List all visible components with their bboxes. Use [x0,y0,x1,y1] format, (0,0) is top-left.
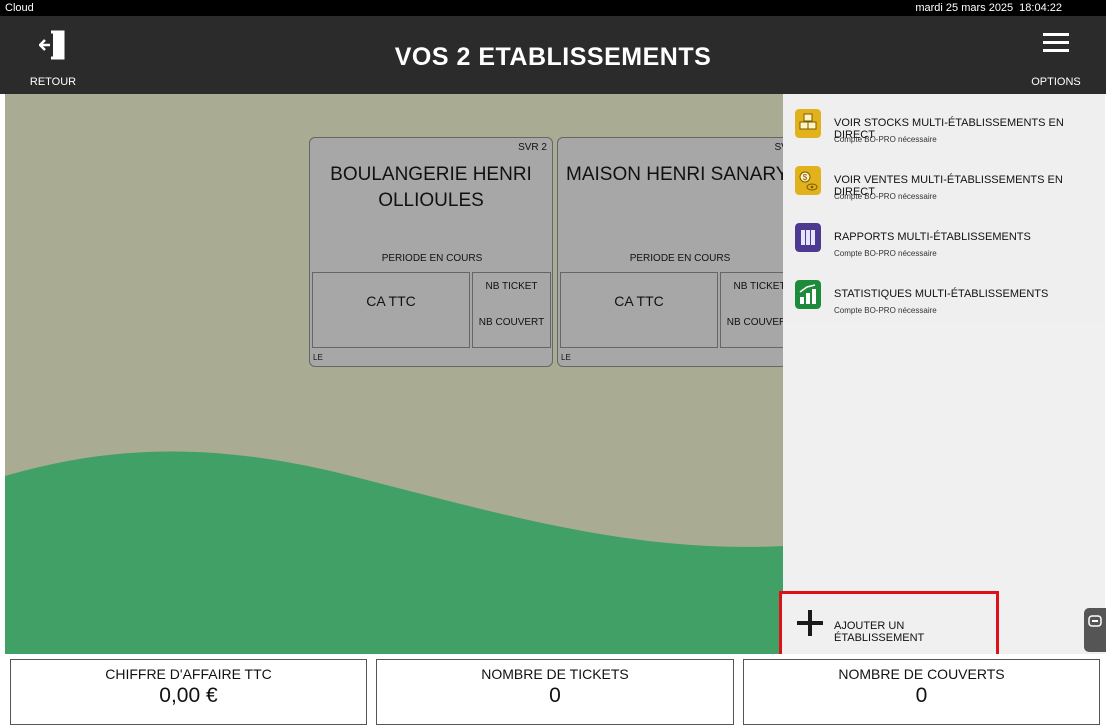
total-tickets-value: 0 [549,684,561,707]
nb-ticket-label: NB TICKET [733,281,783,292]
page-title: VOS 2 ETABLISSEMENTS [394,43,712,71]
card-footer-label: LE [561,353,571,362]
total-ca-box: CHIFFRE D'AFFAIRE TTC 0,00 € [10,659,367,725]
panel-item-subtitle: Compte BO-PRO nécessaire [834,135,937,144]
nb-couvert-label: NB COUVERT [478,317,545,328]
total-couverts-label: NOMBRE DE COUVERTS [838,666,1005,682]
panel-item-subtitle: Compte BO-PRO nécessaire [834,192,937,201]
ca-ttc-box: CA TTC [560,272,718,348]
top-header: RETOUR VOS 2 ETABLISSEMENTS OPTIONS [0,16,1106,94]
period-label: PERIODE EN COURS [381,253,483,264]
total-ca-label: CHIFFRE D'AFFAIRE TTC [105,666,272,682]
establishments-area: SVR 2 BOULANGERIE HENRI OLLIOULES PERIOD… [5,94,783,654]
card-footer-label: LE [313,353,323,362]
establishment-name-line1: MAISON HENRI SANARY [566,164,783,185]
options-button[interactable]: OPTIONS [1011,16,1101,94]
svg-text:$: $ [803,173,808,182]
stock-boxes-icon [795,109,821,138]
panel-item-title: RAPPORTS MULTI-ÉTABLISSEMENTS [834,231,1031,243]
panel-item-sales[interactable]: $ VOIR VENTES MULTI-ÉTABLISSEMENTS EN DI… [783,151,1105,208]
panel-item-subtitle: Compte BO-PRO nécessaire [834,306,937,315]
system-time: 18:04:22 [1019,2,1062,14]
panel-item-stocks[interactable]: VOIR STOCKS MULTI-ÉTABLISSEMENTS EN DIRE… [783,94,1105,151]
total-tickets-label: NOMBRE DE TICKETS [481,666,629,682]
options-panel: VOIR STOCKS MULTI-ÉTABLISSEMENTS EN DIRE… [783,94,1105,654]
binders-icon [795,223,821,252]
total-tickets-box: NOMBRE DE TICKETS 0 [376,659,734,725]
total-couverts-box: NOMBRE DE COUVERTS 0 [743,659,1100,725]
panel-item-title: STATISTIQUES MULTI-ÉTABLISSEMENTS [834,288,1049,300]
panel-item-statistics[interactable]: STATISTIQUES MULTI-ÉTABLISSEMENTS Compte… [783,265,1105,322]
system-status-bar: Cloud mardi 25 mars 2025 18:04:22 [0,0,1106,16]
server-label: SVR [774,142,783,153]
establishment-name-line1: BOULANGERIE HENRI [330,164,532,185]
establishment-card-1[interactable]: SVR 2 BOULANGERIE HENRI OLLIOULES PERIOD… [309,137,553,367]
ca-ttc-box: CA TTC [312,272,470,348]
ticket-couvert-box: NB TICKET NB COUVERT [720,272,783,348]
sales-coin-icon: $ [795,166,821,195]
nb-ticket-label: NB TICKET [485,281,538,292]
add-establishment-button[interactable]: AJOUTER UN ÉTABLISSEMENT [779,591,999,658]
period-label: PERIODE EN COURS [629,253,731,264]
system-date: mardi 25 mars 2025 [915,2,1014,14]
total-couverts-value: 0 [915,684,928,707]
bar-chart-icon [795,280,821,309]
options-label: OPTIONS [1031,76,1081,88]
nb-couvert-label: NB COUVERT [726,317,783,328]
app-name: Cloud [5,2,34,14]
establishment-name: BOULANGERIE HENRI OLLIOULES [318,162,544,214]
add-establishment-label: AJOUTER UN ÉTABLISSEMENT [834,620,925,644]
panel-item-subtitle: Compte BO-PRO nécessaire [834,249,937,258]
totals-footer: CHIFFRE D'AFFAIRE TTC 0,00 € NOMBRE DE T… [0,654,1106,727]
establishment-name: MAISON HENRI SANARY [558,162,783,188]
total-ca-value: 0,00 € [159,684,218,707]
panel-item-reports[interactable]: RAPPORTS MULTI-ÉTABLISSEMENTS Compte BO-… [783,208,1105,265]
hamburger-menu-icon [1043,33,1069,52]
back-label: RETOUR [29,76,77,88]
ticket-couvert-box: NB TICKET NB COUVERT [472,272,551,348]
side-drawer-tab[interactable] [1084,608,1106,652]
system-clock: mardi 25 mars 2025 18:04:22 [915,0,1062,16]
collapse-icon [1088,615,1102,627]
establishment-name-line2: OLLIOULES [378,190,484,211]
plus-icon [797,610,823,636]
server-label: SVR 2 [518,142,547,153]
establishment-card-2[interactable]: SVR MAISON HENRI SANARY PERIODE EN COURS… [557,137,783,367]
